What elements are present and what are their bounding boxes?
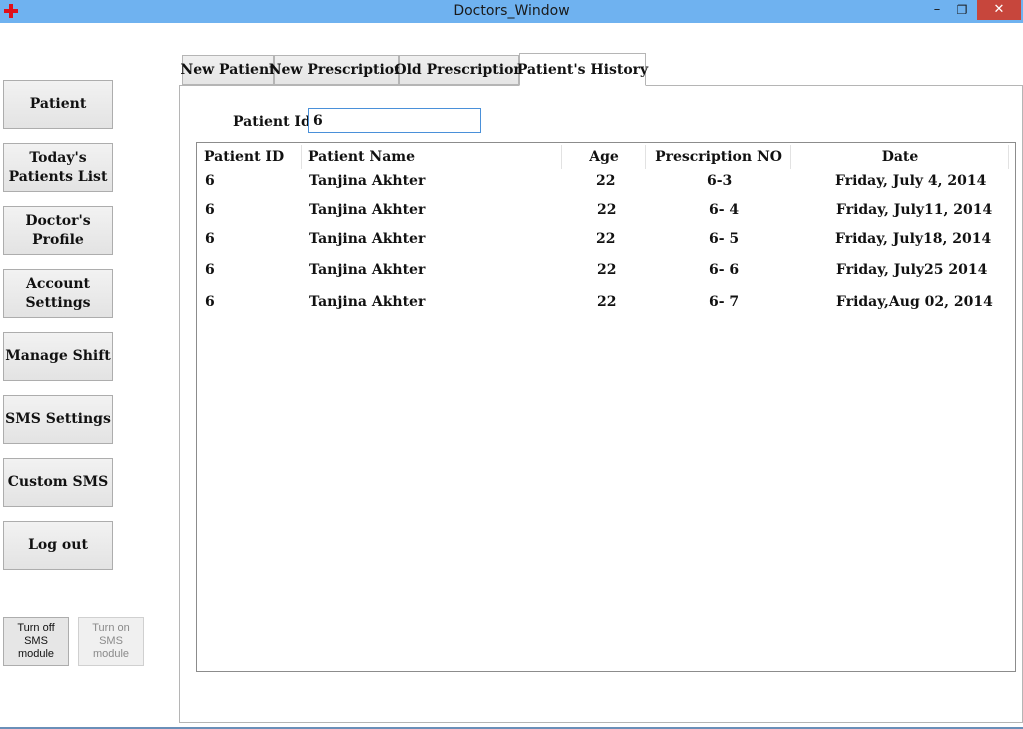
column-header-patient-name[interactable]: Patient Name — [308, 145, 562, 169]
table-row-cell[interactable]: 6- 5 — [709, 231, 739, 247]
maximize-button[interactable]: ❐ — [950, 0, 974, 20]
tab-new-prescription[interactable]: New Prescription — [269, 55, 404, 85]
table-row-cell[interactable]: Friday, July25 2014 — [836, 262, 987, 278]
table-row-cell[interactable]: 22 — [596, 173, 615, 189]
table-row-cell[interactable]: Tanjina Akhter — [309, 262, 425, 278]
close-button[interactable]: ✕ — [977, 0, 1021, 20]
tab-patients-history[interactable]: Patient's History — [517, 53, 648, 86]
table-row-cell[interactable]: 6 — [205, 294, 215, 310]
table-row-cell[interactable]: 6 — [205, 202, 215, 218]
table-row-cell[interactable]: Friday,Aug 02, 2014 — [836, 294, 993, 310]
patient-id-input[interactable] — [308, 108, 481, 133]
tab-new-patient[interactable]: New Patient — [180, 55, 276, 85]
table-row-cell[interactable]: Friday, July11, 2014 — [836, 202, 992, 218]
logout-button[interactable]: Log out — [3, 521, 113, 570]
doctors-profile-button[interactable]: Doctor's Profile — [3, 206, 113, 255]
table-row-cell[interactable]: Tanjina Akhter — [309, 173, 425, 189]
title-bar: Doctors_Window – ❐ ✕ — [0, 0, 1023, 23]
patient-button[interactable]: Patient — [3, 80, 113, 129]
column-header-patient-id[interactable]: Patient ID — [204, 145, 302, 169]
column-header-prescription-no[interactable]: Prescription NO — [647, 145, 791, 169]
account-settings-button[interactable]: Account Settings — [3, 269, 113, 318]
table-row-cell[interactable]: 6- 7 — [709, 294, 739, 310]
table-row-cell[interactable]: 6- 4 — [709, 202, 739, 218]
table-row-cell[interactable]: 22 — [596, 231, 615, 247]
table-row-cell[interactable]: 6-3 — [707, 173, 732, 189]
table-row-cell[interactable]: 6 — [205, 262, 215, 278]
tab-old-prescription[interactable]: Old Prescription — [394, 55, 524, 85]
sms-settings-button[interactable]: SMS Settings — [3, 395, 113, 444]
column-header-date[interactable]: Date — [792, 145, 1009, 169]
table-row-cell[interactable]: Friday, July18, 2014 — [835, 231, 991, 247]
table-row-cell[interactable]: Tanjina Akhter — [309, 294, 425, 310]
table-row-cell[interactable]: 6- 6 — [709, 262, 739, 278]
column-header-age[interactable]: Age — [563, 145, 646, 169]
window-title: Doctors_Window — [453, 3, 570, 19]
table-row-cell[interactable]: 6 — [205, 173, 215, 189]
table-row-cell[interactable]: 22 — [597, 202, 616, 218]
minimize-button[interactable]: – — [925, 0, 949, 20]
patient-id-label: Patient Id: — [233, 114, 316, 130]
table-row-cell[interactable]: Tanjina Akhter — [309, 202, 425, 218]
table-row-cell[interactable]: 22 — [597, 262, 616, 278]
table-row-cell[interactable]: Friday, July 4, 2014 — [835, 173, 986, 189]
custom-sms-button[interactable]: Custom SMS — [3, 458, 113, 507]
todays-patients-list-button[interactable]: Today's Patients List — [3, 143, 113, 192]
manage-shift-button[interactable]: Manage Shift — [3, 332, 113, 381]
table-row-cell[interactable]: Tanjina Akhter — [309, 231, 425, 247]
table-row-cell[interactable]: 22 — [597, 294, 616, 310]
table-row-cell[interactable]: 6 — [205, 231, 215, 247]
history-grid[interactable]: Patient ID Patient Name Age Prescription… — [196, 142, 1016, 672]
turn-on-sms-button: Turn on SMS module — [78, 617, 144, 666]
turn-off-sms-button[interactable]: Turn off SMS module — [3, 617, 69, 666]
